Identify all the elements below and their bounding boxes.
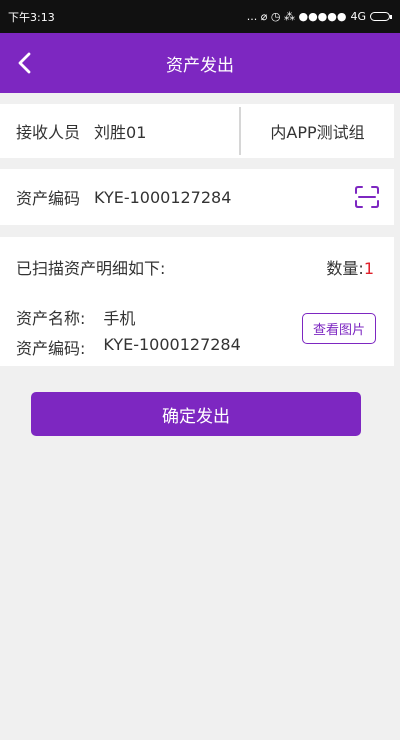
view-image-button[interactable]: 查看图片 xyxy=(302,313,376,344)
recipient-selector[interactable]: 接收人员 刘胜01 xyxy=(0,104,239,158)
battery-icon xyxy=(370,12,392,21)
page-title: 资产发出 xyxy=(166,55,234,76)
asset-code-row: 资产编码 KYE-1000127284 xyxy=(0,169,394,225)
status-icons: ... ⌀ ◷ ⁂ ●●●●● xyxy=(246,10,347,23)
status-time: 下午3:13 xyxy=(8,10,55,24)
asset-name-value: 手机 xyxy=(103,309,136,328)
asset-code-line: 资产编码: KYE-1000127284 xyxy=(16,335,241,359)
app-header: 资产发出 xyxy=(0,33,400,93)
recipient-row: 接收人员 刘胜01 内APP测试组 xyxy=(0,104,394,158)
asset-code-input[interactable]: KYE-1000127284 xyxy=(94,188,231,207)
asset-name-label: 资产名称: xyxy=(16,309,86,328)
status-bar: 下午3:13 ... ⌀ ◷ ⁂ ●●●●● 4G xyxy=(0,0,400,33)
asset-dispatch-screen: 下午3:13 ... ⌀ ◷ ⁂ ●●●●● 4G 资产发出 接收人员 刘胜01… xyxy=(0,0,400,740)
scan-icon xyxy=(355,186,379,208)
recipient-name: 刘胜01 xyxy=(94,123,147,142)
count-value: 1 xyxy=(363,259,374,278)
back-button[interactable] xyxy=(8,45,40,81)
scanned-assets-heading: 已扫描资产明细如下: xyxy=(16,259,166,278)
scan-button[interactable] xyxy=(354,185,380,209)
asset-name-line: 资产名称: 手机 xyxy=(16,305,135,329)
detail-code-label: 资产编码: xyxy=(16,339,86,358)
network-type: 4G xyxy=(350,10,366,23)
confirm-dispatch-button[interactable]: 确定发出 xyxy=(31,392,361,436)
chevron-left-icon xyxy=(18,52,31,74)
scanned-assets-card: 已扫描资产明细如下: 数量:1 资产名称: 手机 资产编码: KYE-10001… xyxy=(0,237,394,366)
detail-code-value: KYE-1000127284 xyxy=(103,335,241,354)
recipient-label: 接收人员 xyxy=(16,123,81,142)
asset-code-label: 资产编码 xyxy=(16,189,81,208)
count-label: 数量: xyxy=(326,259,364,278)
status-indicators: ... ⌀ ◷ ⁂ ●●●●● 4G xyxy=(246,10,392,23)
asset-count: 数量:1 xyxy=(326,255,374,279)
recipient-group[interactable]: 内APP测试组 xyxy=(241,119,394,143)
